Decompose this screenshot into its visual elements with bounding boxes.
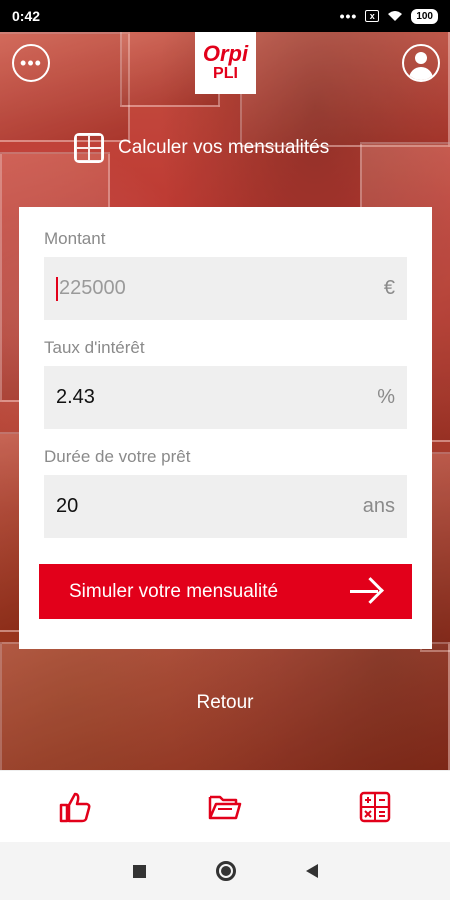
bottom-tab-bar [0,770,450,842]
arrow-right-icon [350,580,382,604]
rate-unit: % [377,386,395,408]
ellipsis-icon: ••• [20,53,42,73]
rate-label: Taux d'intérêt [44,338,145,357]
loan-simulator-card: Montant € Taux d'intérêt % Durée de votr… [19,207,432,649]
simulate-button[interactable]: Simuler votre mensualité [39,564,412,619]
tab-favorites[interactable] [0,791,150,823]
system-navigation-bar [0,842,450,900]
text-cursor [56,276,58,301]
notification-dots: ••• [339,8,358,24]
recent-apps-icon[interactable] [132,864,146,878]
tab-calculator[interactable] [300,791,450,823]
logo-agency: PLI [213,65,238,83]
rate-field[interactable]: % [44,366,407,429]
status-bar: 0:42 ••• x 100 [0,0,450,32]
wifi-icon [388,11,403,21]
duration-label: Durée de votre prêt [44,447,191,466]
battery-indicator: 100 [411,8,438,24]
page-heading: Calculer vos mensualités [74,132,329,164]
duration-input[interactable] [56,495,355,518]
user-icon [415,52,427,64]
status-time: 0:42 [12,8,41,24]
rate-input[interactable] [56,386,370,409]
amount-input[interactable] [59,277,376,300]
status-icons: ••• x 100 [340,8,438,24]
calculator-icon [359,791,391,822]
back-icon[interactable] [305,864,318,878]
duration-field[interactable]: ans [44,475,407,538]
home-icon[interactable] [215,861,236,881]
menu-button[interactable]: ••• [12,44,50,82]
no-sim-icon: x [365,10,380,22]
duration-unit: ans [362,495,395,517]
tab-documents[interactable] [150,793,300,821]
amount-field[interactable]: € [44,257,407,320]
amount-label: Montant [44,229,106,248]
user-profile-button[interactable] [402,44,440,82]
folder-open-icon [208,795,242,819]
page-title: Calculer vos mensualités [118,137,330,158]
logo-brand: Orpi [202,41,249,67]
thumbs-up-icon [59,792,91,822]
calculator-icon [74,133,104,163]
orpi-logo: Orpi PLI [195,32,256,94]
amount-unit: € [383,277,395,299]
simulate-button-label: Simuler votre mensualité [69,580,279,602]
back-link[interactable]: Retour [0,692,450,714]
